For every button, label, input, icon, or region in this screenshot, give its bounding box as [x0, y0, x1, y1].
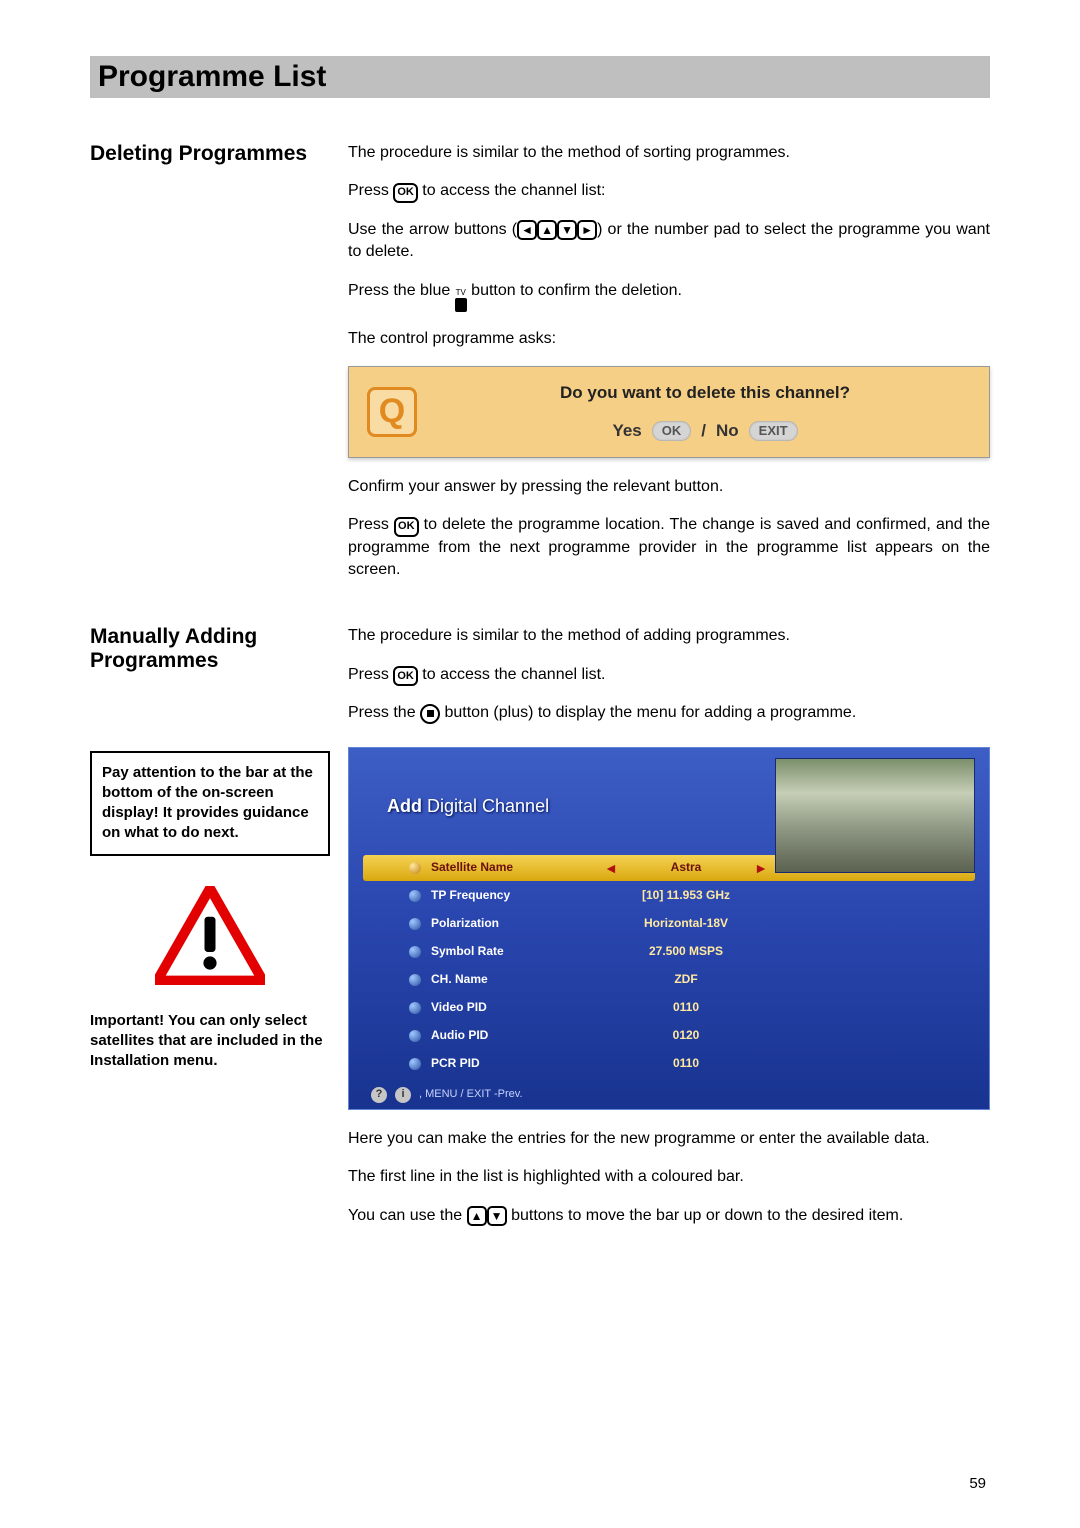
page-number: 59: [969, 1475, 986, 1492]
plus-button-icon: [420, 704, 440, 724]
section-deleting: Deleting Programmes The procedure is sim…: [90, 142, 990, 597]
question-icon: Q: [367, 387, 417, 437]
arrow-down-icon: ▼: [487, 1206, 507, 1226]
value-arrow-right-icon[interactable]: ►: [754, 859, 768, 879]
osd-row-label: Symbol Rate: [431, 943, 606, 960]
dialog-buttons: Yes OK / No EXIT: [439, 419, 971, 443]
arrow-right-icon: ►: [577, 220, 597, 240]
osd-row-value: [10] 11.953 GHz: [606, 887, 766, 904]
ok-icon: OK: [394, 517, 419, 537]
deleting-p7: Press OK to delete the programme locatio…: [348, 514, 990, 581]
arrow-up-icon: ▲: [467, 1206, 487, 1226]
delete-confirm-dialog: Q Do you want to delete this channel? Ye…: [348, 366, 990, 458]
ok-icon: OK: [393, 183, 418, 203]
adding-p1: The procedure is similar to the method o…: [348, 625, 990, 647]
tip-box: Pay attention to the bar at the bottom o…: [90, 751, 330, 856]
bullet-icon: [409, 918, 421, 930]
osd-row-value: 0110: [606, 1055, 766, 1072]
osd-row-label: Audio PID: [431, 1027, 606, 1044]
osd-row-label: Video PID: [431, 999, 606, 1016]
page-title-bar: Programme List: [90, 56, 990, 98]
deleting-p3: Use the arrow buttons (◄▲▼►) or the numb…: [348, 219, 990, 264]
dialog-question: Do you want to delete this channel?: [439, 381, 971, 405]
osd-row-label: PCR PID: [431, 1055, 606, 1072]
ok-icon: OK: [393, 666, 418, 686]
osd-row[interactable]: PCR PID0110: [363, 1051, 975, 1077]
bullet-icon: [409, 1058, 421, 1070]
section-adding: Manually Adding Programmes The procedure…: [90, 625, 990, 740]
osd-row[interactable]: Symbol Rate27.500 MSPS: [363, 939, 975, 965]
osd-row-value: 27.500 MSPS: [606, 943, 766, 960]
heading-deleting: Deleting Programmes: [90, 142, 330, 166]
tv-button-icon: TV: [455, 289, 467, 312]
osd-row[interactable]: CH. NameZDF: [363, 967, 975, 993]
bullet-icon: [409, 862, 421, 874]
adding-p2: Press OK to access the channel list.: [348, 664, 990, 687]
info-badge-icon: i: [395, 1087, 411, 1103]
bullet-icon: [409, 946, 421, 958]
help-badge-icon: ?: [371, 1087, 387, 1103]
osd-row-label: TP Frequency: [431, 887, 606, 904]
osd-row[interactable]: Video PID0110: [363, 995, 975, 1021]
dialog-ok-button[interactable]: OK: [652, 421, 692, 441]
deleting-p1: The procedure is similar to the method o…: [348, 142, 990, 164]
osd-row-value: Horizontal-18V: [606, 915, 766, 932]
arrow-left-icon: ◄: [517, 220, 537, 240]
osd-row-value: ◄Astra►: [606, 859, 766, 876]
osd-row[interactable]: PolarizationHorizontal-18V: [363, 911, 975, 937]
osd-row[interactable]: Audio PID0120: [363, 1023, 975, 1049]
arrow-up-icon: ▲: [537, 220, 557, 240]
arrow-down-icon: ▼: [557, 220, 577, 240]
section-adding-body: Pay attention to the bar at the bottom o…: [90, 747, 990, 1243]
osd-row-label: Polarization: [431, 915, 606, 932]
bullet-icon: [409, 974, 421, 986]
bullet-icon: [409, 1002, 421, 1014]
heading-adding: Manually Adding Programmes: [90, 625, 330, 673]
adding-p5: The first line in the list is highlighte…: [348, 1166, 990, 1188]
osd-row[interactable]: TP Frequency[10] 11.953 GHz: [363, 883, 975, 909]
adding-p6: You can use the ▲▼ buttons to move the b…: [348, 1205, 990, 1227]
osd-preview-thumbnail: [775, 758, 975, 873]
bullet-icon: [409, 890, 421, 902]
osd-row-value: ZDF: [606, 971, 766, 988]
osd-row-value: 0110: [606, 999, 766, 1016]
osd-row-value: 0120: [606, 1027, 766, 1044]
osd-row-label: CH. Name: [431, 971, 606, 988]
add-channel-osd: Add Digital Channel Satellite Name◄Astra…: [348, 747, 990, 1110]
osd-footer: ? i , MENU / EXIT -Prev.: [363, 1087, 975, 1103]
value-arrow-left-icon[interactable]: ◄: [604, 859, 618, 879]
adding-p3: Press the button (plus) to display the m…: [348, 702, 990, 724]
warning-icon: [155, 886, 265, 985]
deleting-p6: Confirm your answer by pressing the rele…: [348, 476, 990, 498]
page-title: Programme List: [98, 60, 982, 94]
deleting-p2: Press OK to access the channel list:: [348, 180, 990, 203]
osd-row-label: Satellite Name: [431, 859, 606, 876]
bullet-icon: [409, 1030, 421, 1042]
deleting-p4: Press the blue TV button to confirm the …: [348, 280, 990, 312]
deleting-p5: The control programme asks:: [348, 328, 990, 350]
important-note: Important! You can only select satellite…: [90, 1011, 330, 1072]
dialog-exit-button[interactable]: EXIT: [749, 421, 798, 441]
adding-p4: Here you can make the entries for the ne…: [348, 1128, 990, 1150]
